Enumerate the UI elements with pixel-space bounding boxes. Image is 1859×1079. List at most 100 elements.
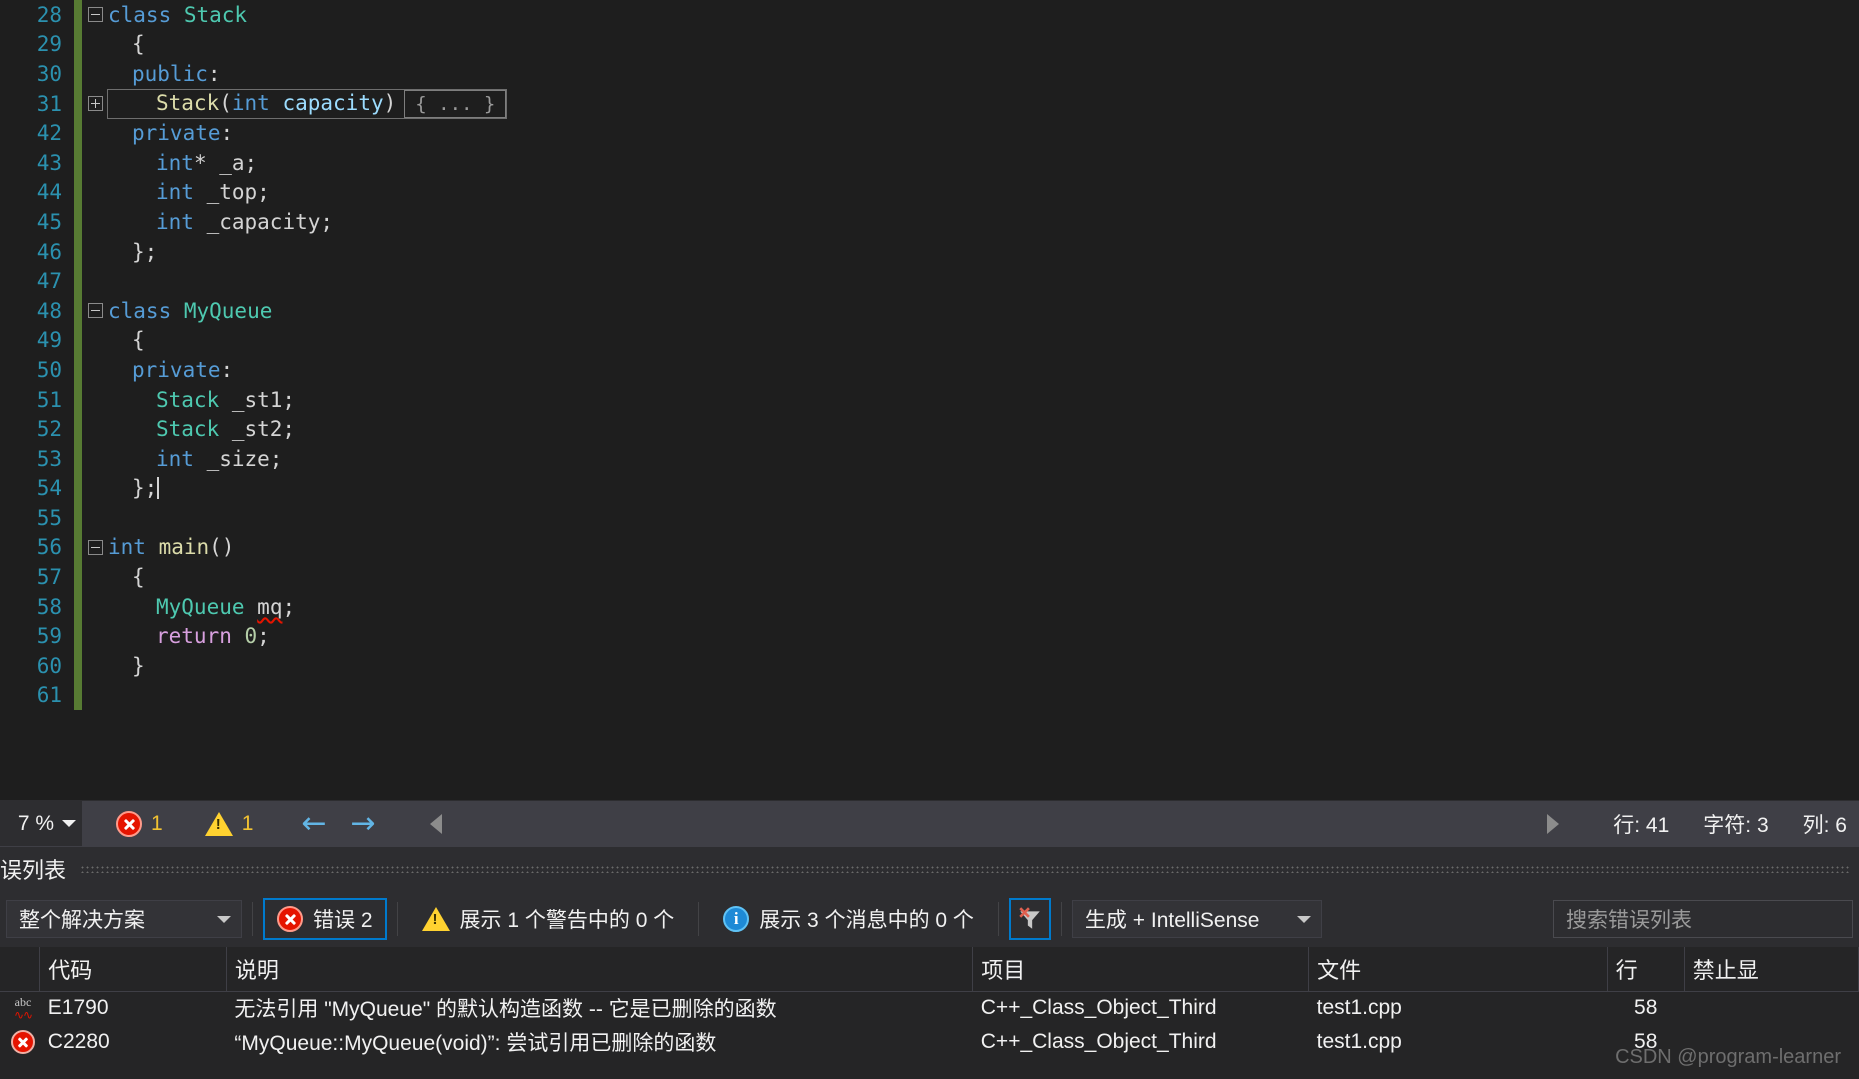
source-selector-label: 生成 + IntelliSense xyxy=(1084,909,1260,932)
warnings-filter-label: 展示 1 个警告中的 0 个 xyxy=(459,909,675,932)
code-text[interactable]: { xyxy=(108,328,145,352)
fold-toggle[interactable] xyxy=(82,0,108,30)
code-line[interactable]: 53 int _size; xyxy=(0,443,1859,474)
code-line[interactable]: 61 xyxy=(0,680,1859,711)
code-text[interactable]: Stack(int capacity) { ... } xyxy=(106,88,508,119)
code-text[interactable]: { xyxy=(108,565,145,589)
chevron-down-icon[interactable] xyxy=(1296,915,1311,923)
code-text[interactable]: int main() xyxy=(108,535,234,559)
code-text[interactable]: return 0; xyxy=(108,624,270,648)
code-line[interactable]: 59 return 0; xyxy=(0,621,1859,652)
scroll-right-icon[interactable] xyxy=(1547,813,1560,834)
clear-filter-button[interactable] xyxy=(1008,898,1051,940)
code-text[interactable]: MyQueue mq; xyxy=(108,595,295,619)
code-line[interactable]: 49 { xyxy=(0,325,1859,356)
change-indicator-bar xyxy=(74,207,82,237)
code-line[interactable]: 28 class Stack xyxy=(0,0,1859,30)
line-number: 30 xyxy=(36,61,62,86)
code-text[interactable]: private: xyxy=(108,121,233,145)
code-line[interactable]: 47 xyxy=(0,266,1859,296)
warning-count-label: 1 xyxy=(241,811,254,835)
code-text[interactable]: }; xyxy=(108,240,157,264)
change-indicator-bar xyxy=(74,473,82,504)
code-text[interactable]: int _size; xyxy=(108,447,282,471)
error-list-table: 代码 说明 项目 文件行禁止显 abc ∿∿ E1790 无法引用 "MyQueue" 的默… xyxy=(0,947,1859,1059)
error-list-body[interactable]: abc ∿∿ E1790 无法引用 "MyQueue" 的默认构造函数 -- 它是已删… xyxy=(0,991,1859,1059)
chevron-down-icon[interactable] xyxy=(62,820,76,827)
change-indicator-bar xyxy=(74,562,82,592)
code-line[interactable]: 51 Stack _st1; xyxy=(0,384,1859,415)
fold-toggle[interactable] xyxy=(82,533,108,563)
code-line[interactable]: 43 int* _a; xyxy=(0,147,1859,178)
change-indicator-bar xyxy=(74,680,82,711)
code-line[interactable]: 48 class MyQueue xyxy=(0,295,1859,326)
table-row[interactable]: C2280 “MyQueue::MyQueue(void)”: 尝试引用已删除的函… xyxy=(0,1025,1859,1059)
fold-toggle[interactable] xyxy=(82,89,108,119)
code-editor[interactable]: 28 class Stack 29{30 public: 31 Stack(int cap… xyxy=(0,0,1859,800)
expand-region-icon[interactable] xyxy=(87,96,103,112)
column-header-description[interactable]: 说明 xyxy=(226,947,974,992)
navigate-forward-button[interactable]: → xyxy=(351,808,376,839)
chevron-down-icon[interactable] xyxy=(217,915,231,923)
code-line[interactable]: 50 private: xyxy=(0,355,1859,385)
code-line[interactable]: 44 int _top; xyxy=(0,177,1859,208)
collapse-region-icon[interactable] xyxy=(87,539,103,555)
collapsed-region-chip[interactable]: { ... } xyxy=(404,89,507,118)
code-text[interactable]: private: xyxy=(108,358,233,382)
code-line[interactable]: 60} xyxy=(0,651,1859,681)
code-line[interactable]: 45 int _capacity; xyxy=(0,207,1859,237)
code-line[interactable]: 52 Stack _st2; xyxy=(0,414,1859,444)
code-text[interactable]: int* _a; xyxy=(108,151,257,175)
code-line[interactable]: 56 int main() xyxy=(0,532,1859,563)
scope-selector-dropdown[interactable]: 整个解决方案 xyxy=(6,900,242,938)
code-text[interactable]: class Stack xyxy=(108,3,247,27)
code-line[interactable]: 31 Stack(int capacity) { ... } xyxy=(0,88,1859,119)
code-line[interactable]: 57 { xyxy=(0,562,1859,592)
column-header-line[interactable]: 行 xyxy=(1607,947,1685,992)
column-header-project[interactable]: 项目 xyxy=(972,947,1310,992)
code-text[interactable]: { xyxy=(108,32,145,56)
column-header-file[interactable]: 文件 xyxy=(1308,947,1608,992)
clear-filter-icon xyxy=(1019,907,1040,929)
column-header-suppress[interactable]: 禁止显 xyxy=(1684,947,1859,992)
line-number: 43 xyxy=(36,150,62,175)
code-line[interactable]: 54}; xyxy=(0,473,1859,504)
scroll-left-icon[interactable] xyxy=(429,813,442,834)
code-text[interactable]: class MyQueue xyxy=(108,299,272,323)
panel-drag-grip[interactable] xyxy=(80,865,1849,873)
code-text[interactable]: int _top; xyxy=(108,180,270,204)
status-warning-count[interactable]: 1 xyxy=(204,811,254,836)
code-text[interactable]: public: xyxy=(108,62,221,86)
messages-filter-button[interactable]: i 展示 3 个消息中的 0 个 xyxy=(709,898,988,940)
code-line[interactable]: 55 xyxy=(0,503,1859,533)
row-icon-column-header[interactable] xyxy=(0,947,41,992)
code-text[interactable]: } xyxy=(108,654,145,678)
errors-filter-button[interactable]: 错误 2 xyxy=(263,898,387,940)
code-text[interactable]: Stack _st2; xyxy=(108,417,295,441)
column-header-code[interactable]: 代码 xyxy=(39,947,227,992)
code-line[interactable]: 42 private: xyxy=(0,118,1859,148)
fold-toggle[interactable] xyxy=(82,296,108,326)
table-row[interactable]: abc ∿∿ E1790 无法引用 "MyQueue" 的默认构造函数 -- 它是已删… xyxy=(0,991,1859,1025)
navigate-back-button[interactable]: ← xyxy=(301,808,326,839)
code-line[interactable]: 29 { xyxy=(0,29,1859,60)
search-error-list-input[interactable]: 搜索错误列表 xyxy=(1553,900,1853,938)
code-token: : xyxy=(220,357,234,382)
collapse-region-icon[interactable] xyxy=(87,7,103,23)
collapse-region-icon[interactable] xyxy=(87,303,103,319)
code-text[interactable]: int _capacity; xyxy=(108,210,333,234)
status-error-count[interactable]: 1 xyxy=(116,810,163,837)
code-line[interactable]: 46}; xyxy=(0,236,1859,267)
code-text[interactable]: }; xyxy=(108,476,160,500)
source-selector-dropdown[interactable]: 生成 + IntelliSense xyxy=(1071,900,1322,938)
zoom-level-control[interactable]: 7 % xyxy=(0,800,82,847)
code-line[interactable]: 58 MyQueue mq; xyxy=(0,591,1859,622)
code-line[interactable]: 30 public: xyxy=(0,59,1859,89)
warnings-filter-button[interactable]: 展示 1 个警告中的 0 个 xyxy=(408,898,689,940)
code-text[interactable]: Stack _st1; xyxy=(108,388,295,412)
